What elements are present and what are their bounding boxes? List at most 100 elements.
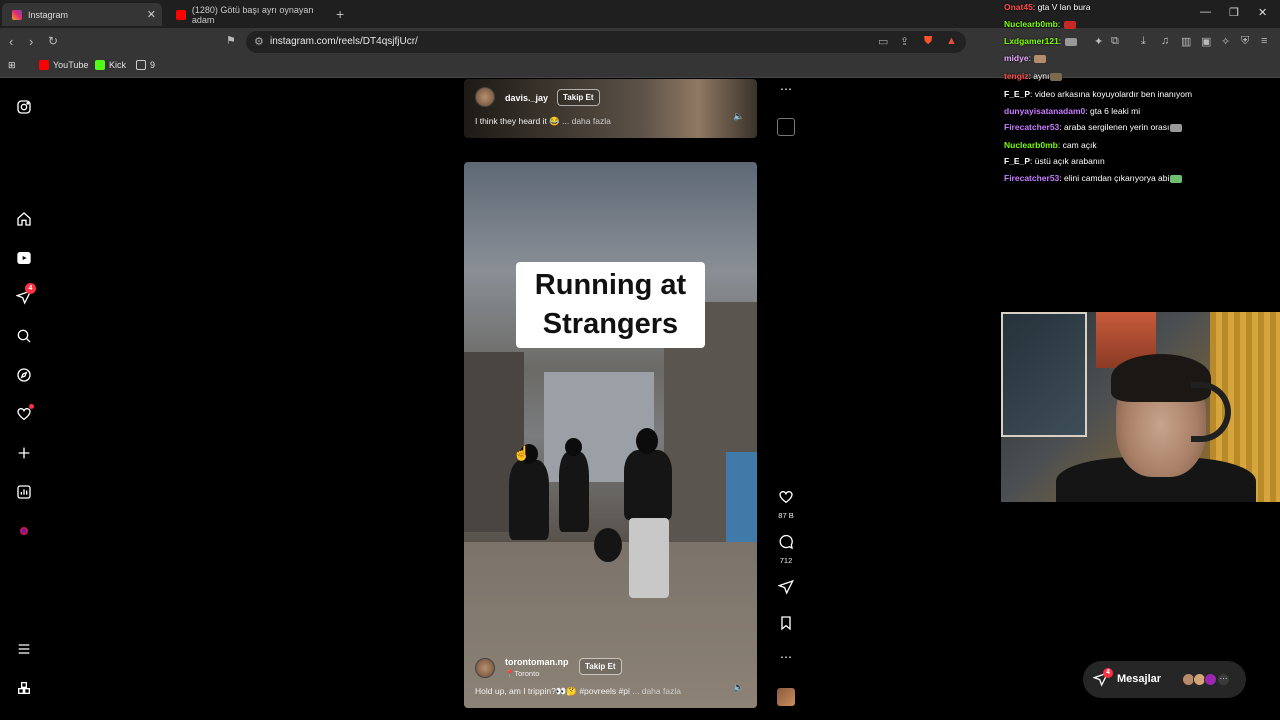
cast-icon[interactable]: ▭ bbox=[878, 35, 888, 48]
current-reel-video[interactable]: Running at Strangers torontoman.np 📍Toro… bbox=[464, 162, 757, 708]
chat-message: F_E_P: üstü açık arabanın bbox=[1004, 156, 1105, 166]
reel-more-icon[interactable]: ⋯ bbox=[776, 650, 796, 664]
save-button[interactable] bbox=[776, 615, 796, 636]
chat-username: Onat45 bbox=[1004, 2, 1033, 12]
youtube-icon bbox=[39, 60, 49, 70]
profile-avatar-icon[interactable] bbox=[14, 521, 34, 541]
chat-username: midye bbox=[1004, 53, 1029, 63]
window-close-icon[interactable]: ✕ bbox=[1258, 6, 1267, 19]
sidebar-toggle-icon[interactable]: ▥ bbox=[1181, 35, 1191, 48]
reels-icon[interactable] bbox=[14, 248, 34, 268]
brave-rewards-icon[interactable]: ▲ bbox=[946, 35, 957, 47]
create-icon[interactable] bbox=[14, 443, 34, 463]
chat-text: gta V lan bura bbox=[1037, 2, 1091, 12]
more-contacts-icon[interactable]: ⋯ bbox=[1217, 673, 1230, 686]
chat-separator: : bbox=[1058, 36, 1064, 46]
chat-emote-icon bbox=[1063, 20, 1076, 29]
reel-author-avatar[interactable] bbox=[475, 658, 495, 678]
instagram-logo-icon[interactable] bbox=[14, 97, 34, 117]
screenshot-icon[interactable]: ⧉ bbox=[1111, 35, 1119, 48]
reel-caption: Hold up, am I trippin?👀🤔 #povreels #pi .… bbox=[475, 686, 681, 697]
caption-text: I think they heard it 😂 bbox=[475, 116, 560, 126]
comment-count: 712 bbox=[779, 556, 793, 565]
reel-location[interactable]: 📍Toronto bbox=[505, 669, 539, 678]
browser-nav-bar: ‹ › ↻ ⚑ ⚙ instagram.com/reels/DT4qsjfjUc… bbox=[0, 28, 1280, 56]
chat-message: Onat45: gta V lan bura bbox=[1004, 2, 1091, 12]
bookmark-youtube[interactable]: YouTube bbox=[39, 60, 88, 70]
bookmark-label: Kick bbox=[109, 60, 127, 70]
reload-icon[interactable]: ↻ bbox=[48, 34, 58, 48]
tab-label: (1280) Götü başı ayrı oynayan adam bbox=[191, 4, 314, 25]
bookmark-folder[interactable]: 9 bbox=[136, 60, 155, 70]
chat-text: gta 6 leaki mi bbox=[1090, 106, 1141, 116]
like-button[interactable]: 87 B bbox=[776, 489, 796, 520]
media-icon[interactable]: ♫ bbox=[1161, 35, 1169, 47]
messages-badge: 4 bbox=[1103, 668, 1113, 678]
chat-message: Firecatcher53: elini camdan çıkarıyorya … bbox=[1004, 173, 1183, 183]
chat-message: F_E_P: video arkasına koyuyolardır ben i… bbox=[1004, 89, 1192, 99]
wallet-icon[interactable]: ▣ bbox=[1201, 35, 1211, 48]
audio-thumbnail[interactable] bbox=[777, 688, 795, 706]
notifications-heart-icon[interactable] bbox=[14, 404, 34, 424]
leo-ai-icon[interactable]: ✧ bbox=[1221, 35, 1230, 48]
contact-avatar[interactable] bbox=[1204, 673, 1217, 686]
messages-button[interactable]: 4 Mesajlar ⋯ bbox=[1083, 661, 1246, 698]
instagram-favicon-icon bbox=[12, 9, 22, 20]
tab-instagram[interactable]: Instagram ✕ bbox=[2, 3, 162, 26]
extension-icon[interactable]: ✦ bbox=[1094, 35, 1103, 48]
chat-emote-icon bbox=[1064, 37, 1077, 46]
caption-more-link[interactable]: ... daha fazla bbox=[632, 686, 681, 696]
pedestrian-head bbox=[565, 438, 582, 456]
address-bar[interactable]: ⚙ instagram.com/reels/DT4qsjfjUcr/ ▭ ⇪ ⛊… bbox=[246, 31, 966, 53]
apps-grid-icon[interactable]: ⊞ bbox=[8, 60, 16, 71]
chat-text: aynı bbox=[1033, 71, 1050, 81]
download-icon[interactable]: ⤓ bbox=[1141, 35, 1146, 48]
site-info-icon[interactable]: ⚙ bbox=[254, 35, 264, 48]
location-pin-icon: 📍 bbox=[505, 669, 515, 678]
chat-username: Nuclearb0mb bbox=[1004, 140, 1058, 150]
chat-username: F_E_P bbox=[1004, 89, 1030, 99]
comment-button[interactable]: 712 bbox=[776, 534, 796, 565]
more-menu-icon[interactable] bbox=[14, 639, 34, 659]
previous-reel[interactable]: davis._jay Takip Et I think they heard i… bbox=[464, 79, 757, 138]
brave-shield-icon[interactable]: ⛊ bbox=[924, 35, 932, 48]
dashboard-icon[interactable] bbox=[14, 482, 34, 502]
caption-more-link[interactable]: ... daha fazla bbox=[562, 116, 611, 126]
like-count: 87 B bbox=[778, 511, 794, 520]
mute-icon[interactable]: 🔈 bbox=[733, 682, 744, 693]
pedestrian bbox=[509, 460, 549, 540]
follow-button[interactable]: Takip Et bbox=[557, 89, 600, 106]
mouse-cursor-icon: ☝ bbox=[513, 445, 531, 461]
chat-username: tengiz bbox=[1004, 71, 1029, 81]
share-button[interactable] bbox=[776, 579, 796, 600]
vpn-icon[interactable]: ⛨ bbox=[1241, 35, 1249, 48]
reel-username[interactable]: torontoman.np bbox=[505, 657, 569, 667]
minimize-icon[interactable]: — bbox=[1200, 6, 1211, 18]
follow-button[interactable]: Takip Et bbox=[579, 658, 622, 675]
chat-username: F_E_P bbox=[1004, 156, 1030, 166]
close-tab-icon[interactable]: ✕ bbox=[147, 8, 156, 21]
previous-reel-more-icon[interactable]: ⋯ bbox=[776, 82, 796, 96]
forward-icon[interactable]: › bbox=[29, 34, 33, 49]
new-tab-button[interactable]: + bbox=[336, 6, 344, 22]
chat-emote-icon bbox=[1170, 174, 1183, 183]
also-from-meta-icon[interactable] bbox=[14, 678, 34, 698]
youtube-favicon-icon bbox=[176, 9, 186, 20]
reel-author-avatar[interactable] bbox=[475, 87, 495, 107]
tab-youtube[interactable]: (1280) Götü başı ayrı oynayan adam bbox=[166, 3, 336, 26]
back-icon[interactable]: ‹ bbox=[9, 34, 13, 49]
previous-reel-audio-thumb[interactable] bbox=[777, 118, 795, 136]
search-icon[interactable] bbox=[14, 326, 34, 346]
home-icon[interactable] bbox=[14, 209, 34, 229]
menu-icon[interactable]: ≡ bbox=[1261, 35, 1267, 47]
notification-badge: 4 bbox=[25, 283, 36, 294]
explore-icon[interactable] bbox=[14, 365, 34, 385]
share-icon[interactable]: ⇪ bbox=[900, 35, 909, 48]
reel-username[interactable]: davis._jay bbox=[505, 93, 548, 103]
maximize-icon[interactable]: ❐ bbox=[1229, 6, 1239, 19]
chat-message: tengiz: aynı bbox=[1004, 71, 1063, 81]
mute-icon[interactable]: 🔈 bbox=[733, 111, 744, 122]
bookmark-icon[interactable]: ⚑ bbox=[226, 34, 236, 47]
bookmark-kick[interactable]: Kick bbox=[95, 60, 126, 70]
direct-messages-icon[interactable]: 4 bbox=[14, 283, 36, 307]
